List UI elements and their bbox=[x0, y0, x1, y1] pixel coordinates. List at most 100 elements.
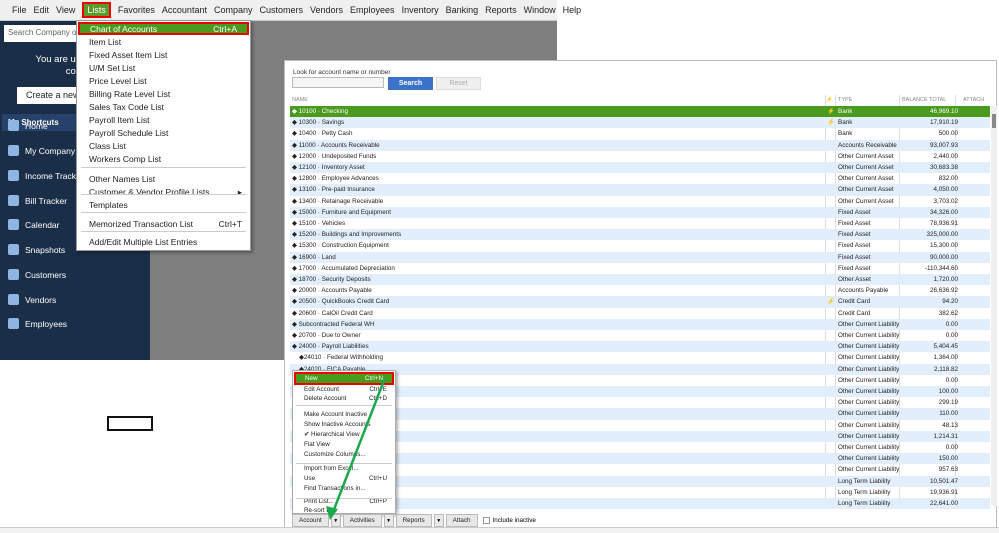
online-bolt-icon[interactable]: ⚡ bbox=[826, 97, 833, 103]
menu-item-delete-account[interactable]: Delete Account Ctrl+D bbox=[304, 395, 387, 402]
menu-item-payroll-item-list[interactable]: Payroll Item List bbox=[89, 115, 242, 125]
menu-item-payroll-schedule-list[interactable]: Payroll Schedule List bbox=[89, 128, 242, 138]
menu-item-templates[interactable]: Templates bbox=[89, 200, 242, 210]
table-row[interactable]: ◆ 18700 · Security Deposits Other Asset 1,… bbox=[290, 274, 990, 286]
attach-button[interactable]: Attach bbox=[445, 514, 478, 527]
scrollbar-thumb[interactable] bbox=[992, 114, 996, 128]
menu-lists[interactable]: Lists bbox=[82, 2, 111, 18]
menu-item-price-level-list[interactable]: Price Level List bbox=[89, 76, 242, 86]
menu-item-add-edit-multiple-list-entries[interactable]: Add/Edit Multiple List Entries bbox=[89, 237, 242, 247]
menu-item-import-from-excel-[interactable]: Import from Excel... bbox=[304, 465, 387, 472]
table-row[interactable]: ◆ 20500 · QuickBooks Credit Card ⚡ Credit … bbox=[290, 296, 990, 308]
menu-item-sales-tax-code-list[interactable]: Sales Tax Code List bbox=[89, 102, 242, 112]
menu-item-workers-comp-list[interactable]: Workers Comp List bbox=[89, 154, 242, 164]
menu-item-make-account-inactive[interactable]: Make Account Inactive bbox=[304, 411, 387, 418]
menu-item-find-transactions-in-[interactable]: Find Transactions in... bbox=[304, 485, 387, 492]
table-row[interactable]: ◆ 13400 · Retainage Receivable Other Curr… bbox=[290, 196, 990, 207]
menu-item-customer-vendor-profile-lists[interactable]: Customer & Vendor Profile Lists ▸ bbox=[89, 187, 242, 198]
account-button[interactable]: Account bbox=[292, 514, 329, 527]
activities-dropdown-icon[interactable]: ▼ bbox=[383, 514, 394, 527]
table-row[interactable]: ◆ 24000 · Payroll Liabilities Other Curre… bbox=[290, 341, 990, 353]
sidebar-item-home[interactable]: Home bbox=[8, 120, 48, 131]
menu-item-print-list-[interactable]: Print List... Ctrl+P bbox=[304, 498, 387, 505]
reset-button[interactable]: Reset bbox=[436, 77, 481, 90]
menu-item-chart-of-accounts[interactable]: Chart of Accounts Ctrl+A bbox=[78, 22, 249, 35]
menu-item-u-m-set-list[interactable]: U/M Set List bbox=[89, 63, 242, 73]
menu-edit[interactable]: Edit bbox=[34, 5, 50, 15]
menu-reports[interactable]: Reports bbox=[485, 5, 517, 15]
account-type: Other Current Liability bbox=[838, 444, 900, 451]
table-row[interactable]: ◆ Subcontracted Federal WH Other Current … bbox=[290, 318, 990, 330]
menu-customers[interactable]: Customers bbox=[259, 5, 303, 15]
menu-employees[interactable]: Employees bbox=[350, 5, 395, 15]
menu-item-billing-rate-level-list[interactable]: Billing Rate Level List bbox=[89, 89, 242, 99]
table-row[interactable]: ◆ 20700 · Due to Owner Other Current Liab… bbox=[290, 330, 990, 341]
menu-favorites[interactable]: Favorites bbox=[118, 5, 155, 15]
sidebar-item-vendors[interactable]: Vendors bbox=[8, 294, 56, 305]
account-dropdown-icon[interactable]: ▼ bbox=[330, 514, 341, 527]
reports-button[interactable]: Reports bbox=[395, 514, 432, 527]
menu-item-class-list[interactable]: Class List bbox=[89, 141, 242, 151]
account-type: Other Current Asset bbox=[838, 175, 894, 183]
menu-item-customize-columns-[interactable]: Customize Columns... bbox=[304, 451, 387, 458]
menu-inventory[interactable]: Inventory bbox=[402, 5, 439, 15]
table-row[interactable]: ◆ 11000 · Accounts Receivable Accounts Re… bbox=[290, 139, 990, 151]
table-row[interactable]: ◆ 15200 · Buildings and Improvements Fixe… bbox=[290, 229, 990, 241]
activities-button[interactable]: Activities bbox=[342, 514, 382, 527]
menu-item-flat-view[interactable]: Flat View bbox=[304, 441, 387, 448]
table-row[interactable]: ◆ 10300 · Savings ⚡ Bank 17,910.19 bbox=[290, 117, 990, 129]
table-row[interactable]: ◆ 13100 · Pre-paid Insurance Other Curren… bbox=[290, 184, 990, 196]
reports-dropdown-icon[interactable]: ▼ bbox=[433, 514, 444, 527]
menu-file[interactable]: File bbox=[12, 5, 27, 15]
account-search-input[interactable] bbox=[292, 77, 384, 88]
account-type: Long Term Liability bbox=[838, 500, 891, 507]
sidebar-item-bill-tracker[interactable]: Bill Tracker bbox=[8, 195, 67, 206]
menu-item--hierarchical-view[interactable]: ✔ Hierarchical View bbox=[304, 431, 387, 438]
table-row[interactable]: ◆24010 · Federal Withholding Other Curren… bbox=[290, 352, 990, 363]
column-attach[interactable]: ATTACH bbox=[963, 97, 984, 103]
menu-item-re-sort-list[interactable]: Re-sort List bbox=[304, 507, 387, 514]
menu-item-new[interactable]: New Ctrl+N bbox=[294, 372, 394, 385]
table-row[interactable]: ◆ 15000 · Furniture and Equipment Fixed A… bbox=[290, 206, 990, 218]
table-row[interactable]: ◆ 10100 · Checking ⚡ Bank 46,969.10 bbox=[290, 106, 990, 118]
menu-item-item-list[interactable]: Item List bbox=[89, 37, 242, 47]
menu-company[interactable]: Company bbox=[214, 5, 253, 15]
menu-window[interactable]: Window bbox=[524, 5, 556, 15]
table-row[interactable]: ◆ 12100 · Inventory Asset Other Current A… bbox=[290, 162, 990, 174]
menu-item-edit-account[interactable]: Edit Account Ctrl+E bbox=[304, 386, 387, 393]
column-name[interactable]: NAME bbox=[292, 97, 308, 103]
account-name: ◆ 24000 · Payroll Liabilities bbox=[292, 343, 369, 351]
column-type[interactable]: TYPE bbox=[838, 97, 852, 103]
vertical-scrollbar[interactable] bbox=[991, 106, 997, 506]
sidebar-item-label: Vendors bbox=[25, 294, 57, 305]
menu-item-label: Other Names List bbox=[89, 174, 156, 184]
sidebar-item-income-tracker[interactable]: Income Tracker bbox=[8, 170, 84, 181]
table-row[interactable]: ◆ 12800 · Employee Advances Other Current… bbox=[290, 173, 990, 184]
table-row[interactable]: ◆ 16900 · Land Fixed Asset 90,000.00 bbox=[290, 251, 990, 263]
sidebar-item-customers[interactable]: Customers bbox=[8, 269, 66, 280]
table-row[interactable]: ◆ 10400 · Petty Cash Bank 500.00 bbox=[290, 128, 990, 139]
menu-item-other-names-list[interactable]: Other Names List bbox=[89, 174, 242, 184]
menu-vendors[interactable]: Vendors bbox=[310, 5, 343, 15]
menu-view[interactable]: View bbox=[56, 5, 75, 15]
table-row[interactable]: ◆ 12000 · Undeposited Funds Other Current… bbox=[290, 151, 990, 162]
menu-item-memorized-transaction-list[interactable]: Memorized Transaction List Ctrl+T bbox=[89, 219, 242, 229]
menu-banking[interactable]: Banking bbox=[446, 5, 479, 15]
sidebar-item-snapshots[interactable]: Snapshots bbox=[8, 244, 65, 255]
include-inactive-checkbox[interactable] bbox=[482, 517, 490, 524]
menu-accountant[interactable]: Accountant bbox=[162, 5, 207, 15]
table-row[interactable]: ◆ 20000 · Accounts Payable Accounts Payab… bbox=[290, 285, 990, 296]
search-button[interactable]: Search bbox=[388, 77, 433, 90]
table-row[interactable]: ◆ 15300 · Construction Equipment Fixed As… bbox=[290, 240, 990, 251]
menu-help[interactable]: Help bbox=[563, 5, 582, 15]
table-row[interactable]: ◆ 15100 · Vehicles Fixed Asset 78,936.91 bbox=[290, 218, 990, 229]
column-balance-total[interactable]: BALANCE TOTAL bbox=[902, 97, 946, 103]
table-row[interactable]: ◆ 20600 · CalOil Credit Card Credit Card 3… bbox=[290, 308, 990, 319]
menu-item-show-inactive-accounts[interactable]: Show Inactive Accounts bbox=[304, 421, 387, 428]
table-row[interactable]: ◆ 17000 · Accumulated Depreciation Fixed … bbox=[290, 263, 990, 274]
sidebar-item-employees[interactable]: Employees bbox=[8, 318, 67, 329]
sidebar-item-my-company[interactable]: My Company bbox=[8, 145, 75, 156]
menu-item-fixed-asset-item-list[interactable]: Fixed Asset Item List bbox=[89, 50, 242, 60]
menu-item-use[interactable]: Use Ctrl+U bbox=[304, 475, 387, 482]
sidebar-item-calendar[interactable]: Calendar bbox=[8, 219, 60, 230]
